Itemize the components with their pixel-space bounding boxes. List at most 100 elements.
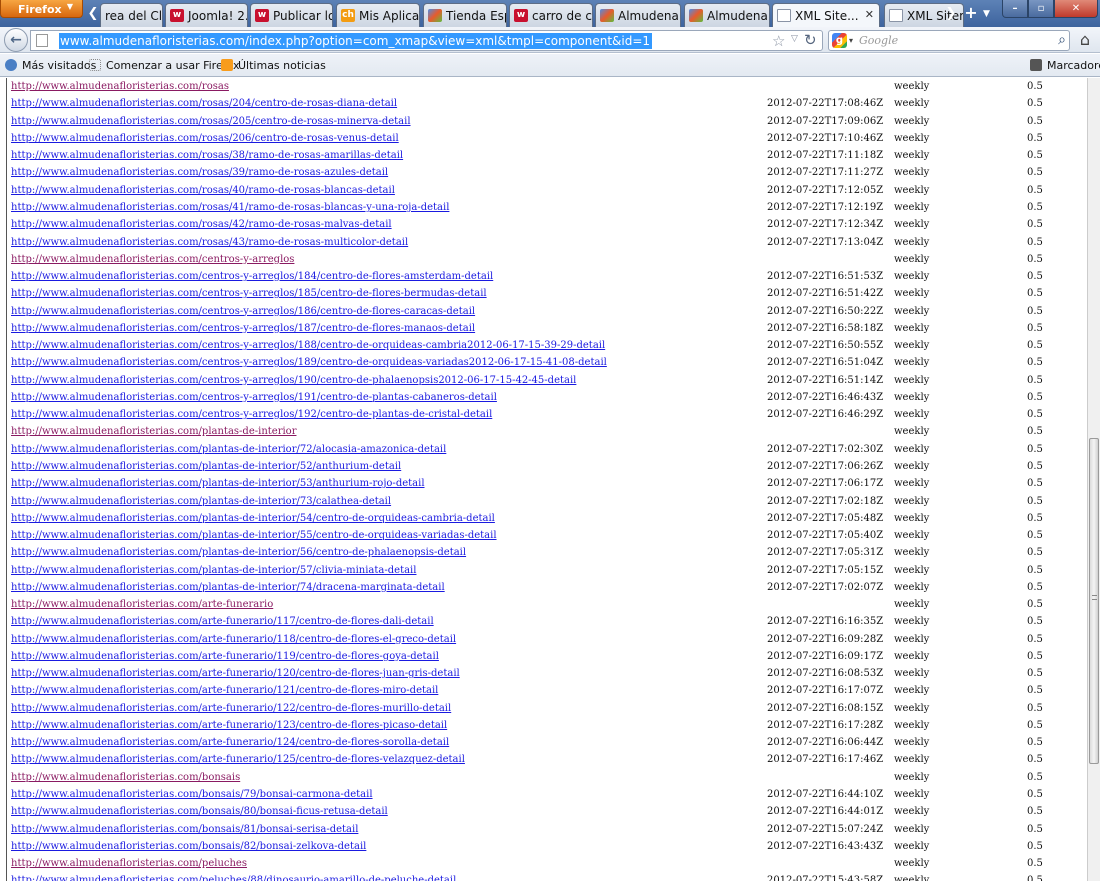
lastmod-cell: 2012-07-22T17:11:18Z bbox=[767, 150, 884, 162]
sitemap-url-link[interactable]: http://www.almudenafloristerias.com/rosa… bbox=[11, 98, 397, 109]
browser-tab[interactable]: w carro de co... bbox=[509, 3, 593, 27]
sitemap-url-link[interactable]: http://www.almudenafloristerias.com/cent… bbox=[11, 392, 497, 403]
lastmod-cell: 2012-07-22T17:06:17Z bbox=[767, 478, 884, 490]
bookmarks-toolbar: Más visitados Comenzar a usar Firefox Úl… bbox=[0, 54, 1100, 77]
sitemap-url-link[interactable]: http://www.almudenafloristerias.com/arte… bbox=[11, 754, 465, 765]
sitemap-url-link[interactable]: http://www.almudenafloristerias.com/cent… bbox=[11, 288, 487, 299]
sitemap-url-link[interactable]: http://www.almudenafloristerias.com/bons… bbox=[11, 806, 388, 817]
sitemap-url-link[interactable]: http://www.almudenafloristerias.com/bons… bbox=[11, 824, 358, 835]
sitemap-url-link[interactable]: http://www.almudenafloristerias.com/plan… bbox=[11, 513, 495, 524]
bookmark-star-icon[interactable]: ☆ bbox=[772, 32, 785, 50]
loc-cell: http://www.almudenafloristerias.com/plan… bbox=[7, 510, 763, 527]
changefreq-cell: weekly bbox=[894, 530, 930, 542]
browser-tab[interactable]: Tienda Espo... bbox=[423, 3, 507, 27]
list-all-tabs-icon[interactable]: ▼ bbox=[983, 5, 995, 23]
bookmark-most-visited[interactable]: Más visitados bbox=[5, 59, 96, 72]
sitemap-url-link[interactable]: http://www.almudenafloristerias.com/rosa… bbox=[11, 150, 403, 161]
search-input[interactable]: Google bbox=[859, 34, 898, 47]
lastmod-cell: 2012-07-22T16:08:15Z bbox=[767, 702, 884, 714]
bookmark-getting-started[interactable]: Comenzar a usar Firefox bbox=[89, 59, 240, 72]
back-button[interactable]: ← bbox=[4, 28, 28, 52]
browser-tab[interactable]: w Publicar los ... bbox=[250, 3, 333, 27]
loc-cell: http://www.almudenafloristerias.com/rosa… bbox=[7, 113, 763, 130]
sitemap-url-link[interactable]: http://www.almudenafloristerias.com/rosa… bbox=[11, 133, 399, 144]
sitemap-url-link[interactable]: http://www.almudenafloristerias.com/rosa… bbox=[11, 81, 229, 92]
sitemap-url-link[interactable]: http://www.almudenafloristerias.com/pelu… bbox=[11, 858, 247, 869]
minimize-icon[interactable]: – bbox=[1002, 0, 1028, 18]
site-identity-icon[interactable] bbox=[36, 34, 48, 47]
priority-cell: 0.5 bbox=[1027, 460, 1043, 472]
sitemap-url-link[interactable]: http://www.almudenafloristerias.com/arte… bbox=[11, 685, 438, 696]
reload-icon[interactable]: ↻ bbox=[804, 31, 817, 49]
sitemap-url-link[interactable]: http://www.almudenafloristerias.com/cent… bbox=[11, 375, 576, 386]
new-tab-button[interactable]: + bbox=[962, 3, 980, 23]
search-bar[interactable]: g ▾ Google ⌕ bbox=[828, 30, 1070, 51]
sitemap-url-link[interactable]: http://www.almudenafloristerias.com/plan… bbox=[11, 496, 391, 507]
sitemap-url-link[interactable]: http://www.almudenafloristerias.com/rosa… bbox=[11, 167, 388, 178]
url-bar[interactable]: www.almudenafloristerias.com/index.php?o… bbox=[30, 30, 823, 51]
sitemap-url-link[interactable]: http://www.almudenafloristerias.com/arte… bbox=[11, 616, 434, 627]
sitemap-url-link[interactable]: http://www.almudenafloristerias.com/plan… bbox=[11, 426, 296, 437]
sitemap-url-link[interactable]: http://www.almudenafloristerias.com/bons… bbox=[11, 772, 240, 783]
url-input[interactable]: www.almudenafloristerias.com/index.php?o… bbox=[59, 33, 653, 49]
browser-tab[interactable]: ch Mis Aplicaci... bbox=[336, 3, 420, 27]
sitemap-url-link[interactable]: http://www.almudenafloristerias.com/plan… bbox=[11, 444, 446, 455]
close-tab-icon[interactable]: ✕ bbox=[865, 8, 874, 21]
sitemap-url-link[interactable]: http://www.almudenafloristerias.com/plan… bbox=[11, 582, 445, 593]
sitemap-url-link[interactable]: http://www.almudenafloristerias.com/arte… bbox=[11, 668, 460, 679]
home-icon[interactable]: ⌂ bbox=[1074, 29, 1096, 51]
google-search-engine-icon[interactable]: g bbox=[832, 33, 847, 48]
sitemap-url-link[interactable]: http://www.almudenafloristerias.com/bons… bbox=[11, 789, 373, 800]
sitemap-url-link[interactable]: http://www.almudenafloristerias.com/rosa… bbox=[11, 219, 392, 230]
scrollbar-thumb[interactable] bbox=[1089, 438, 1099, 764]
sitemap-url-link[interactable]: http://www.almudenafloristerias.com/arte… bbox=[11, 634, 456, 645]
sitemap-url-link[interactable]: http://www.almudenafloristerias.com/bons… bbox=[11, 841, 366, 852]
sitemap-url-link[interactable]: http://www.almudenafloristerias.com/plan… bbox=[11, 530, 497, 541]
sitemap-url-link[interactable]: http://www.almudenafloristerias.com/cent… bbox=[11, 409, 492, 420]
bookmark-latest-news[interactable]: Últimas noticias bbox=[221, 59, 326, 72]
browser-tab[interactable]: Almudena F... bbox=[684, 3, 770, 27]
browser-tab[interactable]: rea del Cli... bbox=[100, 3, 163, 27]
sitemap-url-link[interactable]: http://www.almudenafloristerias.com/rosa… bbox=[11, 185, 395, 196]
sitemap-url-link[interactable]: http://www.almudenafloristerias.com/cent… bbox=[11, 323, 475, 334]
sitemap-url-link[interactable]: http://www.almudenafloristerias.com/cent… bbox=[11, 306, 475, 317]
sitemap-url-link[interactable]: http://www.almudenafloristerias.com/arte… bbox=[11, 599, 273, 610]
lastmod-cell: 2012-07-22T17:08:46Z bbox=[767, 98, 884, 110]
search-icon[interactable]: ⌕ bbox=[1058, 32, 1066, 48]
maximize-icon[interactable]: ▫ bbox=[1028, 0, 1054, 18]
browser-tab[interactable]: Almudena F... bbox=[595, 3, 681, 27]
sitemap-url-link[interactable]: http://www.almudenafloristerias.com/plan… bbox=[11, 565, 416, 576]
sitemap-url-link[interactable]: http://www.almudenafloristerias.com/arte… bbox=[11, 651, 439, 662]
scroll-tabs-right-icon[interactable]: ❯ bbox=[944, 4, 958, 24]
close-window-icon[interactable]: ✕ bbox=[1054, 0, 1098, 18]
sitemap-url-link[interactable]: http://www.almudenafloristerias.com/arte… bbox=[11, 720, 447, 731]
vertical-scrollbar[interactable] bbox=[1087, 78, 1100, 881]
sitemap-url-link[interactable]: http://www.almudenafloristerias.com/cent… bbox=[11, 271, 493, 282]
sitemap-url-link[interactable]: http://www.almudenafloristerias.com/rosa… bbox=[11, 202, 449, 213]
sitemap-url-link[interactable]: http://www.almudenafloristerias.com/cent… bbox=[11, 357, 607, 368]
sitemap-url-link[interactable]: http://www.almudenafloristerias.com/arte… bbox=[11, 737, 449, 748]
sitemap-url-link[interactable]: http://www.almudenafloristerias.com/arte… bbox=[11, 703, 451, 714]
sitemap-row: http://www.almudenafloristerias.com/plan… bbox=[7, 527, 1083, 544]
sitemap-url-link[interactable]: http://www.almudenafloristerias.com/rosa… bbox=[11, 237, 408, 248]
lastmod-cell: 2012-07-22T16:46:43Z bbox=[767, 391, 884, 403]
blank-page-icon bbox=[889, 9, 903, 22]
bookmarks-menu-button[interactable]: Marcadores bbox=[1030, 59, 1100, 72]
browser-tab[interactable]: w Joomla! 2.5 ... bbox=[165, 3, 248, 27]
sitemap-url-link[interactable]: http://www.almudenafloristerias.com/plan… bbox=[11, 478, 425, 489]
search-engine-dropdown-icon[interactable]: ▾ bbox=[849, 36, 853, 45]
scroll-tabs-left-icon[interactable]: ❮ bbox=[86, 4, 100, 24]
url-history-dropdown-icon[interactable]: ▽ bbox=[791, 34, 798, 44]
sitemap-url-link[interactable]: http://www.almudenafloristerias.com/plan… bbox=[11, 547, 466, 558]
priority-cell: 0.5 bbox=[1027, 495, 1043, 507]
loc-cell: http://www.almudenafloristerias.com/rosa… bbox=[7, 216, 763, 233]
sitemap-url-link[interactable]: http://www.almudenafloristerias.com/pelu… bbox=[11, 875, 456, 881]
sitemap-url-link[interactable]: http://www.almudenafloristerias.com/cent… bbox=[11, 340, 605, 351]
browser-tab[interactable]: XML Site... ✕ bbox=[772, 3, 880, 27]
sitemap-url-link[interactable]: http://www.almudenafloristerias.com/cent… bbox=[11, 254, 294, 265]
loc-cell: http://www.almudenafloristerias.com/cent… bbox=[7, 251, 763, 268]
firefox-menu-button[interactable]: Firefox ▼ bbox=[0, 0, 83, 18]
priority-cell: 0.5 bbox=[1027, 253, 1043, 265]
sitemap-url-link[interactable]: http://www.almudenafloristerias.com/plan… bbox=[11, 461, 401, 472]
sitemap-url-link[interactable]: http://www.almudenafloristerias.com/rosa… bbox=[11, 116, 411, 127]
